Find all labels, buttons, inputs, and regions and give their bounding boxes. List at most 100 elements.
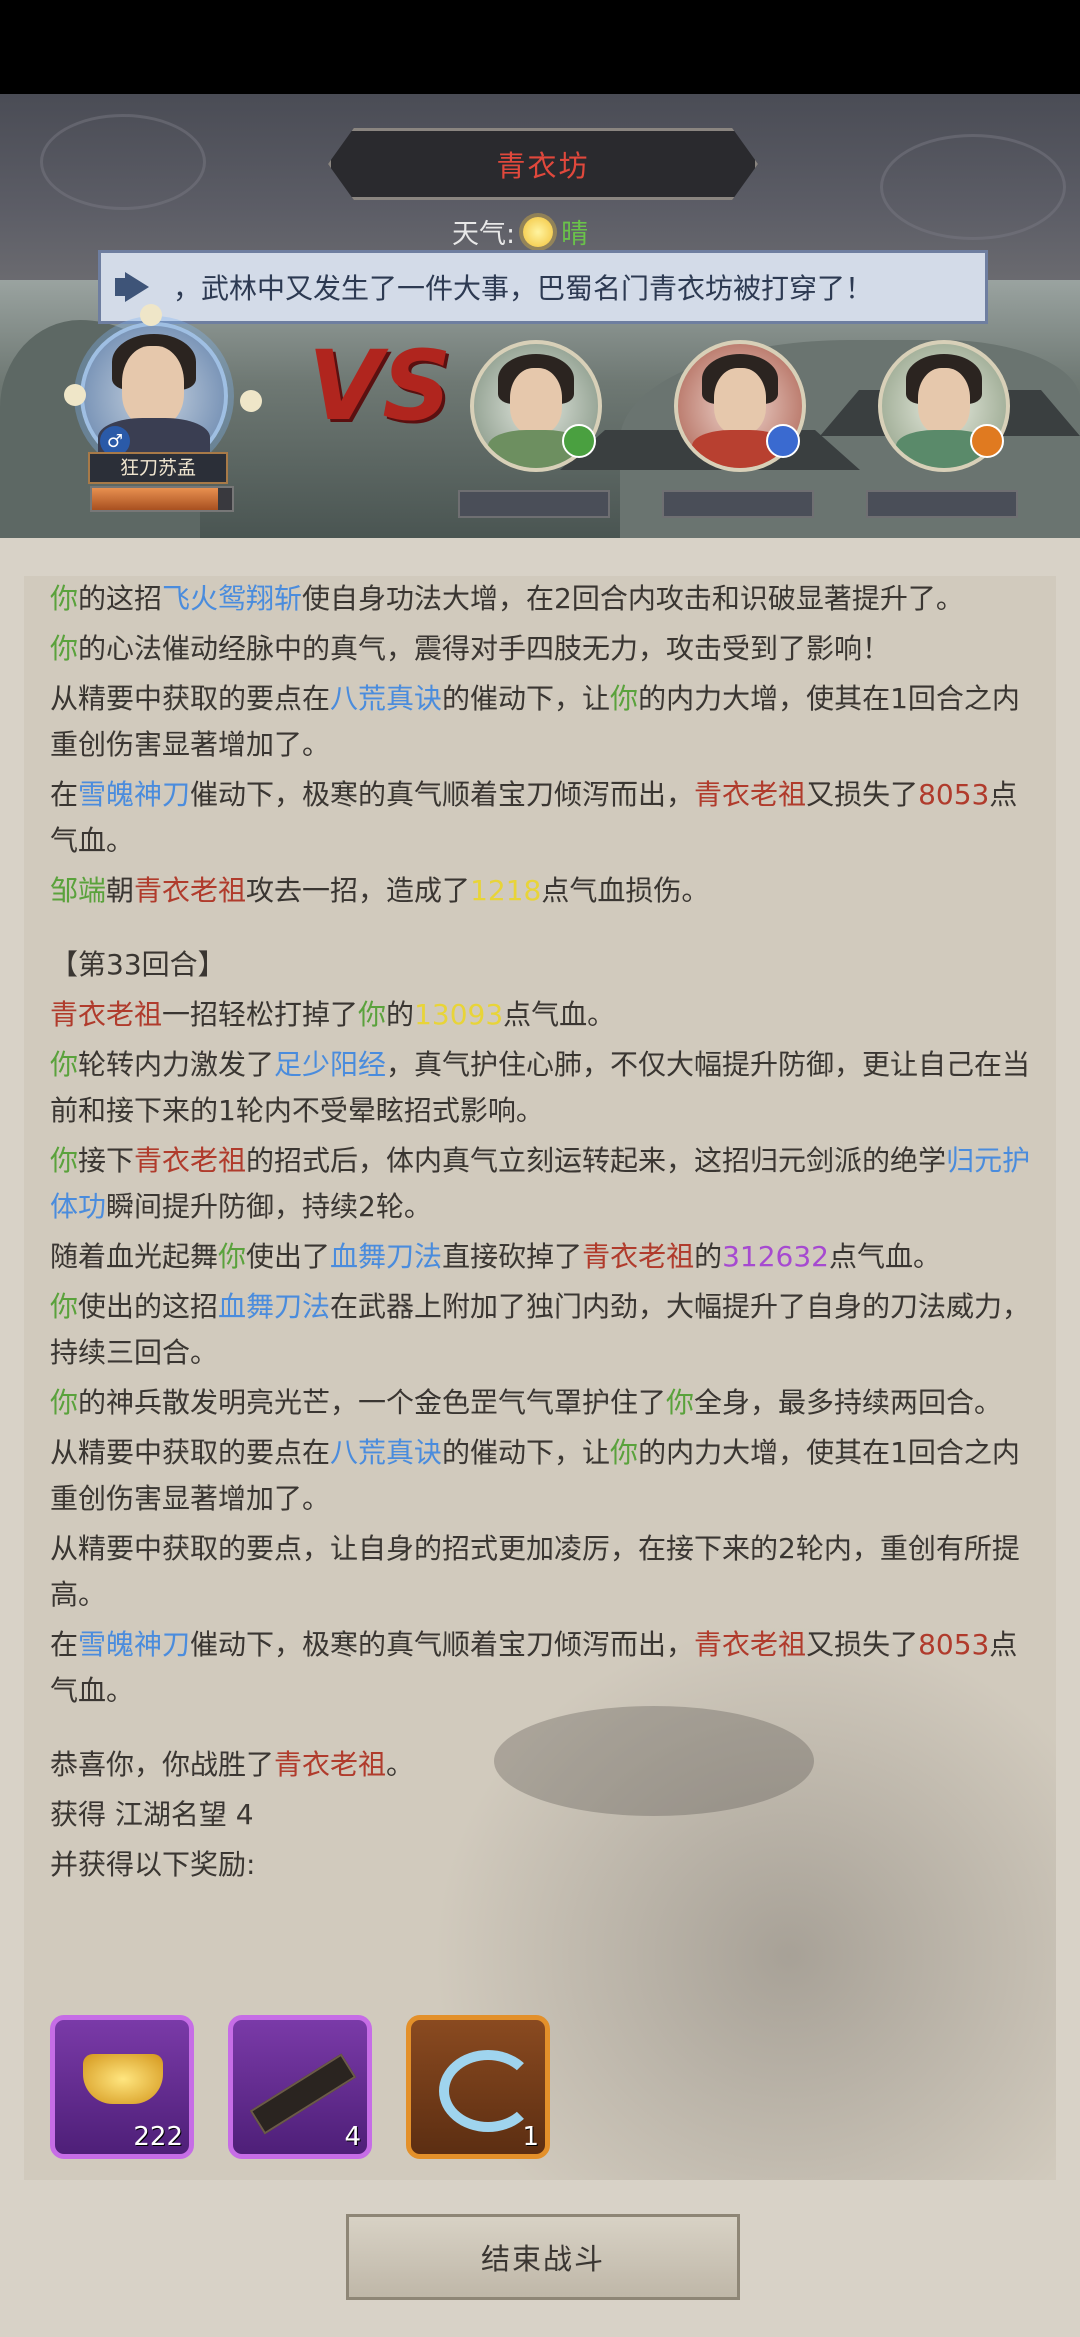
log-segment: 点气血。 bbox=[503, 998, 616, 1031]
log-segment: 312632 bbox=[722, 1240, 829, 1273]
log-segment: 的催动下，让 bbox=[442, 682, 611, 715]
reward-count: 222 bbox=[133, 2122, 183, 2152]
log-line: 邹端朝青衣老祖攻去一招，造成了1218点气血损伤。 bbox=[50, 868, 1040, 914]
log-segment: 一招轻松打掉了 bbox=[162, 998, 359, 1031]
log-segment: 从精要中获取的要点在 bbox=[50, 682, 331, 715]
log-segment: 你 bbox=[50, 582, 79, 615]
log-line: 在雪魄神刀催动下，极寒的真气顺着宝刀倾泻而出，青衣老祖又损失了8053点气血。 bbox=[50, 772, 1040, 864]
player-hp-fill bbox=[92, 488, 218, 510]
log-line: 获得 江湖名望 4 bbox=[50, 1792, 1040, 1838]
log-segment: 攻去一招，造成了 bbox=[246, 874, 471, 907]
reward-item[interactable]: 1 bbox=[406, 2015, 550, 2159]
log-segment: 江湖名望 4 bbox=[114, 1798, 254, 1831]
player-face bbox=[122, 346, 184, 426]
reward-item[interactable]: 4 bbox=[228, 2015, 372, 2159]
log-line: 你轮转内力激发了足少阳经，真气护住心肺，不仅大幅提升防御，更让自己在当前和接下来… bbox=[50, 1042, 1040, 1134]
log-segment: 你 bbox=[50, 632, 79, 665]
log-segment: 你 bbox=[50, 1386, 79, 1419]
battle-log-panel[interactable]: 你的这招飞火鸳翔斩使自身功法大增，在2回合内攻击和识破显著提升了。 你的心法催动经… bbox=[24, 576, 1056, 2180]
location-title-plate: 青衣坊 bbox=[328, 128, 758, 200]
log-segment: 青衣老祖 bbox=[134, 1144, 247, 1177]
orbit-dot bbox=[240, 390, 262, 412]
log-segment: 瞬间提升防御，持续2轮。 bbox=[106, 1190, 432, 1223]
log-segment: 你 bbox=[50, 1144, 79, 1177]
log-segment: 青衣老祖 bbox=[50, 998, 163, 1031]
log-line: 从精要中获取的要点在八荒真诀的催动下，让你的内力大增，使其在1回合之内重创伤害显… bbox=[50, 676, 1040, 768]
log-segment: 点气血损伤。 bbox=[541, 874, 710, 907]
log-segment: 1218 bbox=[470, 874, 542, 907]
log-segment: 的催动下，让 bbox=[442, 1436, 611, 1469]
green-badge-icon bbox=[562, 424, 596, 458]
log-segment: 使出的这招 bbox=[78, 1290, 219, 1323]
enemy-hp-bar bbox=[866, 490, 1018, 518]
reward-count: 1 bbox=[522, 2122, 539, 2152]
log-segment: 飞火鸳翔斩 bbox=[162, 582, 303, 615]
reward-list: 222 4 1 bbox=[50, 2015, 550, 2159]
log-line: 从精要中获取的要点在八荒真诀的催动下，让你的内力大增，使其在1回合之内重创伤害显… bbox=[50, 1430, 1040, 1522]
log-segment: 13093 bbox=[414, 998, 504, 1031]
log-segment: 朝 bbox=[106, 874, 135, 907]
log-line: 你接下青衣老祖的招式后，体内真气立刻运转起来，这招归元剑派的绝学归元护体功瞬间提… bbox=[50, 1138, 1040, 1230]
enemy-face bbox=[714, 368, 766, 434]
sun-icon bbox=[523, 216, 554, 247]
log-segment: 八荒真诀 bbox=[330, 682, 443, 715]
log-segment: 从精要中获取的要点在 bbox=[50, 1436, 331, 1469]
orange-badge-icon bbox=[970, 424, 1004, 458]
log-line: 青衣老祖一招轻松打掉了你的13093点气血。 bbox=[50, 992, 1040, 1038]
news-banner[interactable]: ，武林中又发生了一件大事，巴蜀名门青衣坊被打穿了！ bbox=[98, 250, 988, 324]
orbit-dot bbox=[140, 304, 162, 326]
log-segment: 使出了 bbox=[246, 1240, 331, 1273]
log-segment: 的神兵散发明亮光芒，一个金色罡气气罩护住了 bbox=[78, 1386, 667, 1419]
news-message: ，武林中又发生了一件大事，巴蜀名门青衣坊被打穿了！ bbox=[173, 272, 874, 305]
log-segment: 你 bbox=[358, 998, 387, 1031]
orbit-dot bbox=[64, 384, 86, 406]
location-title: 青衣坊 bbox=[496, 149, 590, 183]
secret-manual-icon bbox=[249, 2053, 357, 2135]
log-segment: 在 bbox=[50, 778, 79, 811]
end-battle-button[interactable]: 结束战斗 bbox=[346, 2214, 740, 2300]
log-segment: 血舞刀法 bbox=[330, 1240, 443, 1273]
log-segment: 的 bbox=[386, 998, 415, 1031]
log-segment: 从精要中获取的要点，让自身的招式更加凌厉，在接下来的2轮内，重创有所提高。 bbox=[50, 1532, 1020, 1611]
log-segment: 的招式后，体内真气立刻运转起来，这招归元剑派的绝学 bbox=[246, 1144, 947, 1177]
enemy-hp-bar bbox=[662, 490, 814, 518]
log-segment: 获得 bbox=[50, 1798, 115, 1831]
reward-item[interactable]: 222 bbox=[50, 2015, 194, 2159]
blue-badge-icon bbox=[766, 424, 800, 458]
log-segment: 你 bbox=[610, 1436, 639, 1469]
end-battle-label: 结束战斗 bbox=[480, 2242, 605, 2276]
log-segment: 接下 bbox=[78, 1144, 135, 1177]
log-segment: 雪魄神刀 bbox=[78, 1628, 191, 1661]
log-segment: 你 bbox=[666, 1386, 695, 1419]
log-segment: 邹端 bbox=[50, 874, 107, 907]
log-line: 你的神兵散发明亮光芒，一个金色罡气气罩护住了你全身，最多持续两回合。 bbox=[50, 1380, 1040, 1426]
player-name: 狂刀苏孟 bbox=[88, 452, 228, 484]
log-segment: 并获得以下奖励: bbox=[50, 1848, 256, 1881]
weather-label: 天气: bbox=[452, 219, 516, 250]
log-segment: 又损失了 bbox=[806, 1628, 919, 1661]
status-bar bbox=[0, 0, 1080, 94]
log-segment: 你 bbox=[610, 682, 639, 715]
log-segment: 青衣老祖 bbox=[274, 1748, 387, 1781]
log-line: 你的这招飞火鸳翔斩使自身功法大增，在2回合内攻击和识破显著提升了。 bbox=[50, 576, 1040, 622]
log-segment: 。 bbox=[386, 1748, 415, 1781]
log-segment: 你 bbox=[50, 1290, 79, 1323]
log-segment: 青衣老祖 bbox=[582, 1240, 695, 1273]
log-segment: 足少阳经 bbox=[274, 1048, 387, 1081]
log-line: 恭喜你，你战胜了青衣老祖。 bbox=[50, 1742, 1040, 1788]
log-line: 从精要中获取的要点，让自身的招式更加凌厉，在接下来的2轮内，重创有所提高。 bbox=[50, 1526, 1040, 1618]
log-segment: 你 bbox=[218, 1240, 247, 1273]
enemy-face bbox=[918, 368, 970, 434]
megaphone-icon bbox=[115, 272, 155, 302]
player-hp-bar bbox=[90, 486, 234, 512]
log-segment: 八荒真诀 bbox=[330, 1436, 443, 1469]
log-line: 随着血光起舞你使出了血舞刀法直接砍掉了青衣老祖的312632点气血。 bbox=[50, 1234, 1040, 1280]
log-segment: 的 bbox=[694, 1240, 723, 1273]
enemy-hp-bar bbox=[458, 490, 610, 518]
blue-swirl-icon bbox=[439, 2050, 537, 2132]
log-segment: 点气血。 bbox=[829, 1240, 942, 1273]
log-line: 并获得以下奖励: bbox=[50, 1842, 1040, 1888]
log-segment: 青衣老祖 bbox=[134, 874, 247, 907]
weather-indicator: 天气: 晴 bbox=[452, 212, 588, 251]
vs-label: VS bbox=[308, 330, 452, 442]
